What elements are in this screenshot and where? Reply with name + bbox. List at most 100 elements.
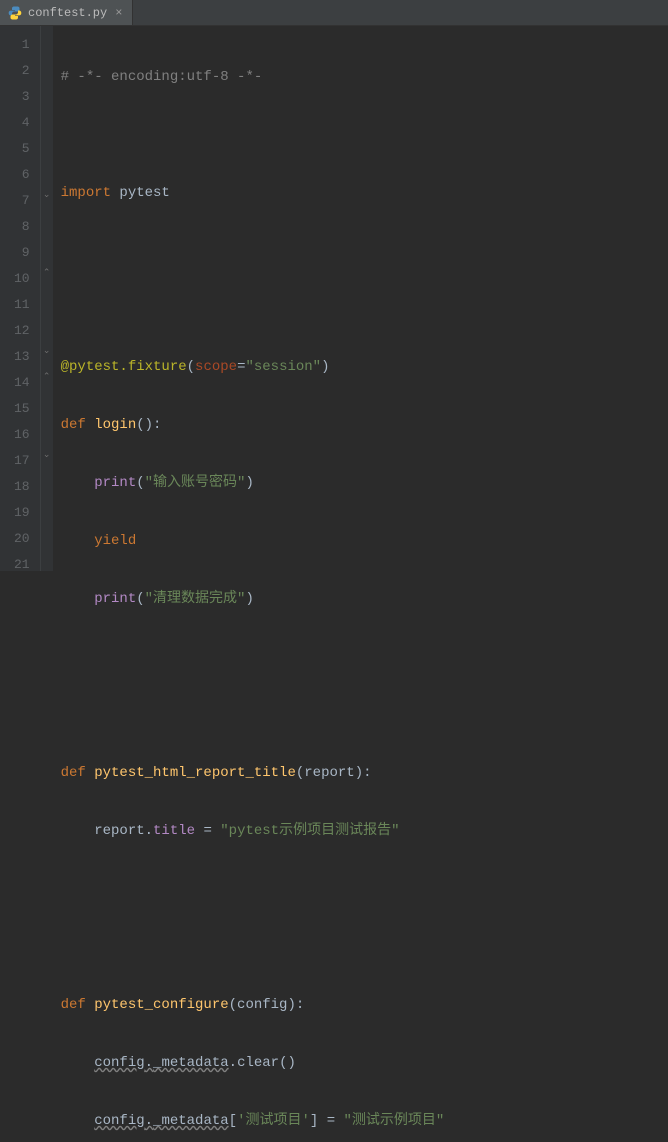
code-editor[interactable]: 123456789101112131415161718192021 ⌄⌃⌄⌃⌄ …: [0, 26, 668, 571]
line-number: 6: [14, 162, 30, 188]
fold-toggle-icon[interactable]: ⌄: [42, 190, 52, 200]
code-line: # -*- encoding:utf-8 -*-: [61, 64, 668, 90]
call: .clear(): [229, 1055, 296, 1071]
line-number: 17: [14, 448, 30, 474]
param: report: [304, 765, 354, 781]
kwarg: scope: [195, 359, 237, 375]
fold-toggle-icon[interactable]: ⌄: [42, 450, 52, 460]
string: "pytest示例项目测试报告": [220, 823, 399, 839]
attr: _metadata: [153, 1113, 229, 1129]
code-line: @pytest.fixture(scope="session"): [61, 354, 668, 380]
keyword: yield: [94, 533, 136, 549]
code-line: config._metadata.clear(): [61, 1050, 668, 1076]
attr: _metadata: [153, 1055, 229, 1071]
ident: report.: [94, 823, 153, 839]
line-number: 19: [14, 500, 30, 526]
punct: ): [245, 591, 253, 607]
string: "输入账号密码": [145, 475, 246, 491]
keyword: def: [61, 997, 95, 1013]
punct: ): [245, 475, 253, 491]
decorator: @pytest.fixture: [61, 359, 187, 375]
line-number: 13: [14, 344, 30, 370]
punct: ):: [355, 765, 372, 781]
line-number: 4: [14, 110, 30, 136]
builtin: print: [94, 475, 136, 491]
code-line: def login():: [61, 412, 668, 438]
line-number: 18: [14, 474, 30, 500]
punct: .: [145, 1055, 153, 1071]
code-line: print("清理数据完成"): [61, 586, 668, 612]
fold-toggle-icon[interactable]: ⌄: [42, 346, 52, 356]
punct: (: [296, 765, 304, 781]
line-number: 12: [14, 318, 30, 344]
code-line: [61, 702, 668, 728]
line-number: 10: [14, 266, 30, 292]
line-number: 9: [14, 240, 30, 266]
punct: .: [145, 1113, 153, 1129]
close-icon[interactable]: ×: [113, 7, 124, 19]
line-number: 16: [14, 422, 30, 448]
code-line: yield: [61, 528, 668, 554]
line-number: 3: [14, 84, 30, 110]
comment: # -*- encoding:utf-8 -*-: [61, 69, 263, 85]
code-line: report.title = "pytest示例项目测试报告": [61, 818, 668, 844]
punct: (: [136, 475, 144, 491]
line-number: 2: [14, 58, 30, 84]
line-number: 14: [14, 370, 30, 396]
punct: (: [136, 591, 144, 607]
code-line: config._metadata['测试项目'] = "测试示例项目": [61, 1108, 668, 1134]
param: config: [237, 997, 287, 1013]
line-number: 15: [14, 396, 30, 422]
punct: ():: [136, 417, 161, 433]
func-name: login: [94, 417, 136, 433]
punct: [: [229, 1113, 237, 1129]
fold-toggle-icon[interactable]: ⌃: [42, 268, 52, 278]
ident: config: [94, 1113, 144, 1129]
module-name: pytest: [119, 185, 169, 201]
line-number: 5: [14, 136, 30, 162]
line-number: 8: [14, 214, 30, 240]
line-number: 7: [14, 188, 30, 214]
code-line: print("输入账号密码"): [61, 470, 668, 496]
code-line: import pytest: [61, 180, 668, 206]
keyword: def: [61, 765, 95, 781]
keyword: import: [61, 185, 120, 201]
line-number: 20: [14, 526, 30, 552]
func-name: pytest_html_report_title: [94, 765, 296, 781]
func-name: pytest_configure: [94, 997, 228, 1013]
python-file-icon: [8, 6, 22, 20]
code-line: [61, 238, 668, 264]
punct: ):: [287, 997, 304, 1013]
code-area[interactable]: # -*- encoding:utf-8 -*- import pytest @…: [53, 26, 668, 571]
line-number: 11: [14, 292, 30, 318]
ident: config: [94, 1055, 144, 1071]
string: "测试示例项目": [344, 1113, 445, 1129]
code-line: [61, 296, 668, 322]
editor-tab-bar: conftest.py ×: [0, 0, 668, 26]
builtin: print: [94, 591, 136, 607]
punct: =: [195, 823, 220, 839]
fold-column: ⌄ ⌃ ⌄ ⌃ ⌄: [41, 26, 53, 571]
string: '测试项目': [237, 1113, 310, 1129]
line-number: 21: [14, 552, 30, 578]
code-line: [61, 644, 668, 670]
code-line: def pytest_html_report_title(report):: [61, 760, 668, 786]
punct: ): [321, 359, 329, 375]
tab-conftest[interactable]: conftest.py ×: [0, 0, 133, 25]
warn-underline: config._metadata: [94, 1113, 228, 1129]
code-line: def pytest_configure(config):: [61, 992, 668, 1018]
fold-toggle-icon[interactable]: ⌃: [42, 372, 52, 382]
code-line: [61, 122, 668, 148]
punct: (: [229, 997, 237, 1013]
punct: ] =: [310, 1113, 344, 1129]
tab-label: conftest.py: [28, 6, 107, 20]
string: "session": [245, 359, 321, 375]
string: "清理数据完成": [145, 591, 246, 607]
keyword: def: [61, 417, 95, 433]
line-number: 1: [14, 32, 30, 58]
line-number-gutter: 123456789101112131415161718192021: [0, 26, 41, 571]
punct: (: [187, 359, 195, 375]
attr: title: [153, 823, 195, 839]
code-line: [61, 876, 668, 902]
warn-underline: config._metadata: [94, 1055, 228, 1071]
